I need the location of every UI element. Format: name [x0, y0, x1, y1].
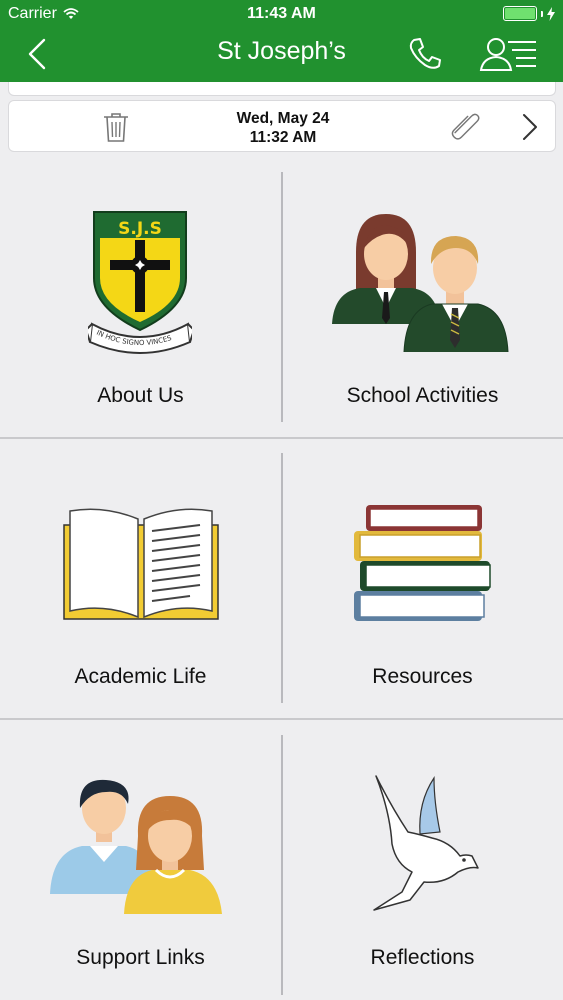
top-bar: Carrier 11:43 AM St Joseph’s	[0, 0, 563, 82]
phone-icon[interactable]	[405, 34, 445, 74]
paperclip-icon[interactable]	[447, 111, 483, 143]
tile-label: Support Links	[76, 946, 205, 969]
battery-icon	[503, 6, 537, 21]
tile-label: About Us	[97, 384, 184, 407]
navigation-bar: St Joseph’s	[0, 28, 563, 82]
tile-label: Academic Life	[74, 665, 207, 688]
tile-support-links[interactable]: Support Links	[0, 718, 281, 999]
tile-label: Reflections	[370, 946, 475, 969]
status-time: 11:43 AM	[247, 5, 316, 22]
charging-bolt-icon	[547, 6, 555, 21]
battery-indicator	[503, 6, 555, 21]
tile-reflections[interactable]: Reflections	[282, 718, 563, 999]
parents-icon	[50, 779, 222, 914]
contacts-list-icon[interactable]	[478, 34, 540, 74]
message-toolbar: Wed, May 24 11:32 AM	[8, 100, 556, 152]
tile-school-activities[interactable]: School Activities	[282, 156, 563, 437]
next-chevron-icon[interactable]	[515, 111, 543, 143]
tile-label: School Activities	[346, 384, 499, 407]
crest-text: S.J.S	[118, 219, 162, 239]
school-crest-icon: S.J.S IN HOC SIGNO VINCES	[88, 211, 192, 354]
dove-icon	[373, 775, 479, 911]
students-icon	[332, 214, 509, 352]
tile-about-us[interactable]: S.J.S IN HOC SIGNO VINCES About Us	[0, 156, 281, 437]
tile-academic-life[interactable]: Academic Life	[0, 437, 281, 718]
previous-message-card	[8, 82, 556, 96]
open-book-icon	[63, 508, 219, 620]
status-bar: Carrier 11:43 AM	[0, 0, 563, 28]
tile-label: Resources	[372, 665, 473, 688]
book-stack-icon	[354, 505, 491, 621]
tile-resources[interactable]: Resources	[282, 437, 563, 718]
